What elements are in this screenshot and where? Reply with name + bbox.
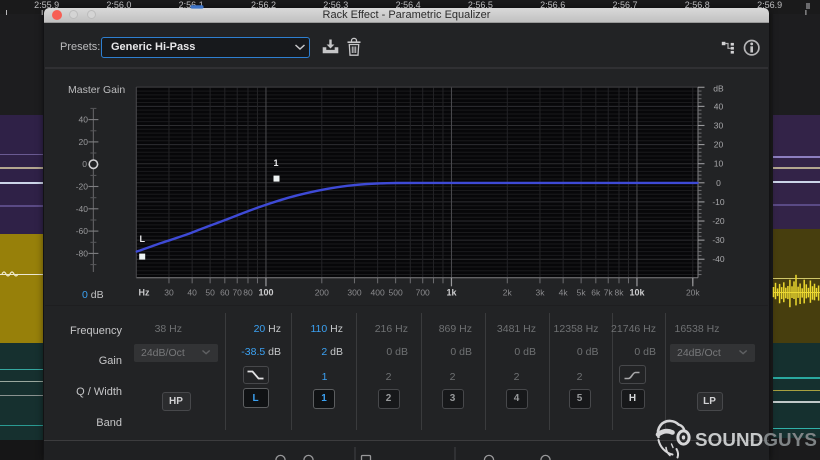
svg-text:L: L (140, 234, 146, 244)
svg-text:2:56.3: 2:56.3 (323, 0, 348, 10)
svg-text:4k: 4k (559, 288, 569, 298)
svg-text:100: 100 (258, 288, 273, 298)
svg-text:10k: 10k (629, 288, 645, 298)
svg-text:-20: -20 (76, 182, 89, 192)
svg-text:200: 200 (315, 288, 329, 298)
svg-text:-10: -10 (712, 197, 725, 207)
svg-text:8k: 8k (615, 288, 625, 298)
svg-text:-40: -40 (76, 204, 89, 214)
svg-text:-80: -80 (76, 248, 89, 258)
svg-text:2:56.4: 2:56.4 (396, 0, 421, 10)
svg-text:2:56.8: 2:56.8 (685, 0, 710, 10)
svg-text:40: 40 (79, 115, 89, 125)
svg-text:2:56.7: 2:56.7 (612, 0, 637, 10)
svg-text:-20: -20 (712, 216, 725, 226)
svg-text:500: 500 (389, 288, 403, 298)
svg-text:30: 30 (164, 288, 174, 298)
svg-text:20: 20 (79, 137, 89, 147)
svg-text:7k: 7k (604, 288, 614, 298)
svg-text:2:56.0: 2:56.0 (106, 0, 131, 10)
svg-text:-60: -60 (76, 226, 89, 236)
svg-text:70: 70 (232, 288, 242, 298)
svg-text:2k: 2k (503, 288, 513, 298)
svg-text:300: 300 (347, 288, 361, 298)
svg-text:40: 40 (187, 288, 197, 298)
svg-text:30: 30 (714, 121, 724, 131)
svg-text:Hz: Hz (139, 288, 150, 298)
svg-text:3k: 3k (536, 288, 546, 298)
svg-text:0: 0 (716, 178, 721, 188)
svg-text:2:56.6: 2:56.6 (540, 0, 565, 10)
svg-text:700: 700 (416, 288, 430, 298)
svg-text:2:56.2: 2:56.2 (251, 0, 276, 10)
svg-text:2:55.9: 2:55.9 (34, 0, 59, 10)
svg-text:80: 80 (243, 288, 253, 298)
svg-text:dB: dB (713, 84, 724, 94)
svg-text:50: 50 (205, 288, 215, 298)
svg-text:6k: 6k (591, 288, 601, 298)
svg-text:0: 0 (82, 159, 87, 169)
svg-text:2:56.5: 2:56.5 (468, 0, 493, 10)
svg-text:5k: 5k (577, 288, 587, 298)
svg-text:400: 400 (371, 288, 385, 298)
svg-text:20k: 20k (686, 288, 700, 298)
svg-text:60: 60 (220, 288, 230, 298)
svg-text:-30: -30 (712, 235, 725, 245)
svg-text:-40: -40 (712, 254, 725, 264)
svg-text:10: 10 (714, 159, 724, 169)
svg-text:40: 40 (714, 101, 724, 111)
svg-text:1k: 1k (446, 288, 457, 298)
svg-text:20: 20 (714, 140, 724, 150)
svg-text:1: 1 (274, 158, 279, 168)
svg-text:2:56.9: 2:56.9 (757, 0, 782, 10)
